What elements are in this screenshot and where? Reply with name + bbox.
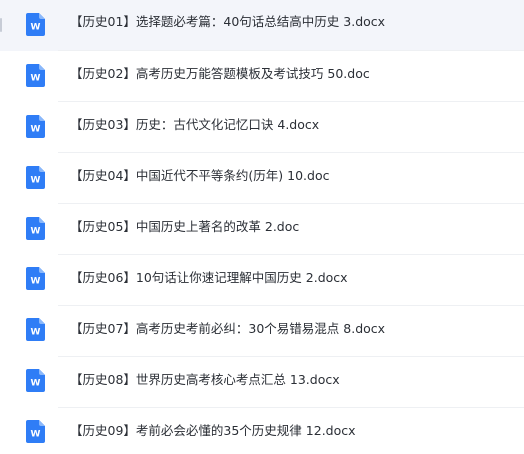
file-list: W 【历史01】选择题必考篇：40句话总结高中历史 3.docx W 【历史02… <box>0 0 524 454</box>
file-row[interactable]: W 【历史03】历史：古代文化记忆口诀 4.docx <box>0 102 524 153</box>
file-row[interactable]: W 【历史02】高考历史万能答题模板及考试技巧 50.doc <box>0 51 524 102</box>
word-document-icon: W <box>26 64 45 87</box>
file-name: 【历史06】10句话让你速记理解中国历史 2.docx <box>70 270 348 285</box>
word-document-icon: W <box>26 166 45 189</box>
svg-text:W: W <box>31 277 41 287</box>
file-row[interactable]: W 【历史01】选择题必考篇：40句话总结高中历史 3.docx <box>0 0 524 51</box>
file-name: 【历史04】中国近代不平等条约(历年) 10.doc <box>70 168 330 183</box>
file-name: 【历史07】高考历史考前必纠：30个易错易混点 8.docx <box>70 321 386 336</box>
file-name: 【历史09】考前必会必懂的35个历史规律 12.docx <box>70 423 356 438</box>
svg-text:W: W <box>31 74 41 84</box>
file-row[interactable]: W 【历史05】中国历史上著名的改革 2.doc <box>0 204 524 255</box>
svg-text:W: W <box>31 23 41 33</box>
svg-text:W: W <box>31 227 41 237</box>
selection-edge <box>0 18 2 32</box>
word-document-icon: W <box>26 115 45 138</box>
word-document-icon: W <box>26 217 45 240</box>
svg-text:W: W <box>31 328 41 338</box>
file-row[interactable]: W 【历史09】考前必会必懂的35个历史规律 12.docx <box>0 408 524 454</box>
word-document-icon: W <box>26 267 45 290</box>
svg-text:W: W <box>31 125 41 135</box>
svg-text:W: W <box>31 430 41 440</box>
file-row[interactable]: W 【历史07】高考历史考前必纠：30个易错易混点 8.docx <box>0 306 524 357</box>
svg-text:W: W <box>31 379 41 389</box>
file-name: 【历史05】中国历史上著名的改革 2.doc <box>70 219 300 234</box>
word-document-icon: W <box>26 318 45 341</box>
file-row[interactable]: W 【历史08】世界历史高考核心考点汇总 13.docx <box>0 357 524 408</box>
file-name: 【历史08】世界历史高考核心考点汇总 13.docx <box>70 372 340 387</box>
word-document-icon: W <box>26 13 45 36</box>
file-row[interactable]: W 【历史04】中国近代不平等条约(历年) 10.doc <box>0 153 524 204</box>
svg-text:W: W <box>31 176 41 186</box>
file-row[interactable]: W 【历史06】10句话让你速记理解中国历史 2.docx <box>0 255 524 306</box>
file-name: 【历史02】高考历史万能答题模板及考试技巧 50.doc <box>70 66 370 81</box>
file-name: 【历史01】选择题必考篇：40句话总结高中历史 3.docx <box>70 14 386 29</box>
word-document-icon: W <box>26 420 45 443</box>
file-name: 【历史03】历史：古代文化记忆口诀 4.docx <box>70 117 320 132</box>
word-document-icon: W <box>26 369 45 392</box>
